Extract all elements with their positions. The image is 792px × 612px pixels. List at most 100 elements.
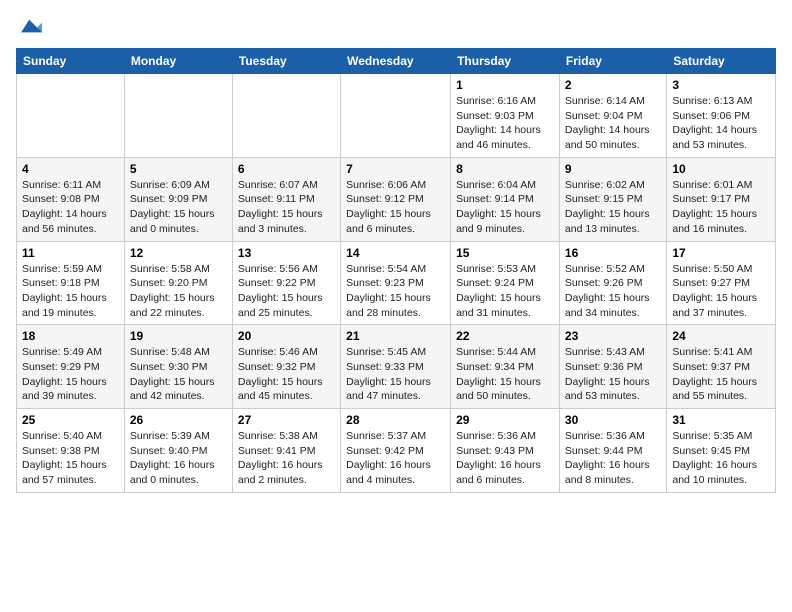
calendar-cell: 29Sunrise: 5:36 AMSunset: 9:43 PMDayligh… [451,409,560,493]
calendar-cell: 22 Sunrise: 5:44 AMSunset: 9:34 PMDayligh… [451,325,560,409]
cell-info: Sunrise: 5:44 AMSunset: 9:34 PMDaylight:… [456,345,554,404]
day-number: 16 [565,246,661,260]
cell-info: Sunrise: 6:02 AMSunset: 9:15 PMDaylight:… [565,178,661,237]
day-number: 3 [672,78,770,92]
cell-info: Sunrise: 5:56 AMSunset: 9:22 PMDaylight:… [238,262,335,321]
cell-info: Sunrise: 5:36 AMSunset: 9:44 PMDaylight:… [565,429,661,488]
page-header [16,16,776,36]
col-header-friday: Friday [559,49,666,74]
day-number: 28 [346,413,445,427]
cell-info: Sunrise: 5:48 AMSunset: 9:30 PMDaylight:… [130,345,227,404]
calendar-cell [17,74,125,158]
cell-info: Sunrise: 6:07 AMSunset: 9:11 PMDaylight:… [238,178,335,237]
col-header-monday: Monday [124,49,232,74]
logo [16,16,42,36]
day-number: 29 [456,413,554,427]
day-number: 8 [456,162,554,176]
col-header-wednesday: Wednesday [341,49,451,74]
cell-info: Sunrise: 5:53 AMSunset: 9:24 PMDaylight:… [456,262,554,321]
cell-info: Sunrise: 5:39 AMSunset: 9:40 PMDaylight:… [130,429,227,488]
logo-icon [18,16,42,36]
day-number: 12 [130,246,227,260]
cell-info: Sunrise: 6:14 AMSunset: 9:04 PMDaylight:… [565,94,661,153]
day-number: 13 [238,246,335,260]
calendar-cell [124,74,232,158]
calendar-cell: 26 Sunrise: 5:39 AMSunset: 9:40 PMDayligh… [124,409,232,493]
cell-info: Sunrise: 6:09 AMSunset: 9:09 PMDaylight:… [130,178,227,237]
col-header-thursday: Thursday [451,49,560,74]
calendar-week-5: 25 Sunrise: 5:40 AMSunset: 9:38 PMDayligh… [17,409,776,493]
day-number: 20 [238,329,335,343]
cell-info: Sunrise: 5:58 AMSunset: 9:20 PMDaylight:… [130,262,227,321]
day-number: 11 [22,246,119,260]
day-number: 7 [346,162,445,176]
day-number: 27 [238,413,335,427]
cell-info: Sunrise: 6:11 AMSunset: 9:08 PMDaylight:… [22,178,119,237]
day-number: 23 [565,329,661,343]
cell-info: Sunrise: 5:38 AMSunset: 9:41 PMDaylight:… [238,429,335,488]
calendar-cell: 20 Sunrise: 5:46 AMSunset: 9:32 PMDayligh… [232,325,340,409]
header-row: SundayMondayTuesdayWednesdayThursdayFrid… [17,49,776,74]
calendar-cell: 14 Sunrise: 5:54 AMSunset: 9:23 PMDayligh… [341,241,451,325]
calendar-cell [341,74,451,158]
cell-info: Sunrise: 6:04 AMSunset: 9:14 PMDaylight:… [456,178,554,237]
cell-info: Sunrise: 5:49 AMSunset: 9:29 PMDaylight:… [22,345,119,404]
cell-info: Sunrise: 5:54 AMSunset: 9:23 PMDaylight:… [346,262,445,321]
day-number: 31 [672,413,770,427]
day-number: 4 [22,162,119,176]
calendar-cell: 19 Sunrise: 5:48 AMSunset: 9:30 PMDayligh… [124,325,232,409]
day-number: 18 [22,329,119,343]
cell-info: Sunrise: 5:40 AMSunset: 9:38 PMDaylight:… [22,429,119,488]
cell-info: Sunrise: 5:52 AMSunset: 9:26 PMDaylight:… [565,262,661,321]
day-number: 2 [565,78,661,92]
calendar-week-3: 11 Sunrise: 5:59 AMSunset: 9:18 PMDayligh… [17,241,776,325]
calendar-cell: 12 Sunrise: 5:58 AMSunset: 9:20 PMDayligh… [124,241,232,325]
calendar-cell: 6 Sunrise: 6:07 AMSunset: 9:11 PMDaylight… [232,157,340,241]
calendar-cell: 15Sunrise: 5:53 AMSunset: 9:24 PMDayligh… [451,241,560,325]
day-number: 26 [130,413,227,427]
calendar-cell [232,74,340,158]
cell-info: Sunrise: 5:46 AMSunset: 9:32 PMDaylight:… [238,345,335,404]
day-number: 1 [456,78,554,92]
day-number: 25 [22,413,119,427]
cell-info: Sunrise: 6:16 AMSunset: 9:03 PMDaylight:… [456,94,554,153]
cell-info: Sunrise: 5:37 AMSunset: 9:42 PMDaylight:… [346,429,445,488]
calendar-cell: 28 Sunrise: 5:37 AMSunset: 9:42 PMDayligh… [341,409,451,493]
calendar-cell: 31 Sunrise: 5:35 AMSunset: 9:45 PMDayligh… [667,409,776,493]
calendar-cell: 30 Sunrise: 5:36 AMSunset: 9:44 PMDayligh… [559,409,666,493]
calendar-cell: 10Sunrise: 6:01 AMSunset: 9:17 PMDayligh… [667,157,776,241]
calendar-cell: 8 Sunrise: 6:04 AMSunset: 9:14 PMDaylight… [451,157,560,241]
cell-info: Sunrise: 6:13 AMSunset: 9:06 PMDaylight:… [672,94,770,153]
cell-info: Sunrise: 5:59 AMSunset: 9:18 PMDaylight:… [22,262,119,321]
calendar-cell: 23 Sunrise: 5:43 AMSunset: 9:36 PMDayligh… [559,325,666,409]
cell-info: Sunrise: 5:45 AMSunset: 9:33 PMDaylight:… [346,345,445,404]
cell-info: Sunrise: 5:35 AMSunset: 9:45 PMDaylight:… [672,429,770,488]
cell-info: Sunrise: 5:43 AMSunset: 9:36 PMDaylight:… [565,345,661,404]
calendar-cell: 16 Sunrise: 5:52 AMSunset: 9:26 PMDayligh… [559,241,666,325]
calendar-cell: 9Sunrise: 6:02 AMSunset: 9:15 PMDaylight… [559,157,666,241]
col-header-saturday: Saturday [667,49,776,74]
col-header-tuesday: Tuesday [232,49,340,74]
calendar-week-1: 1 Sunrise: 6:16 AMSunset: 9:03 PMDaylight… [17,74,776,158]
day-number: 6 [238,162,335,176]
day-number: 22 [456,329,554,343]
day-number: 14 [346,246,445,260]
cell-info: Sunrise: 6:06 AMSunset: 9:12 PMDaylight:… [346,178,445,237]
day-number: 5 [130,162,227,176]
day-number: 17 [672,246,770,260]
calendar-cell: 2 Sunrise: 6:14 AMSunset: 9:04 PMDaylight… [559,74,666,158]
cell-info: Sunrise: 5:50 AMSunset: 9:27 PMDaylight:… [672,262,770,321]
calendar-cell: 3 Sunrise: 6:13 AMSunset: 9:06 PMDaylight… [667,74,776,158]
day-number: 21 [346,329,445,343]
day-number: 19 [130,329,227,343]
col-header-sunday: Sunday [17,49,125,74]
day-number: 30 [565,413,661,427]
calendar-table: SundayMondayTuesdayWednesdayThursdayFrid… [16,48,776,493]
calendar-cell: 4 Sunrise: 6:11 AMSunset: 9:08 PMDaylight… [17,157,125,241]
calendar-cell: 21 Sunrise: 5:45 AMSunset: 9:33 PMDayligh… [341,325,451,409]
calendar-cell: 11 Sunrise: 5:59 AMSunset: 9:18 PMDayligh… [17,241,125,325]
calendar-cell: 13 Sunrise: 5:56 AMSunset: 9:22 PMDayligh… [232,241,340,325]
calendar-cell: 5 Sunrise: 6:09 AMSunset: 9:09 PMDaylight… [124,157,232,241]
cell-info: Sunrise: 6:01 AMSunset: 9:17 PMDaylight:… [672,178,770,237]
calendar-week-2: 4 Sunrise: 6:11 AMSunset: 9:08 PMDaylight… [17,157,776,241]
